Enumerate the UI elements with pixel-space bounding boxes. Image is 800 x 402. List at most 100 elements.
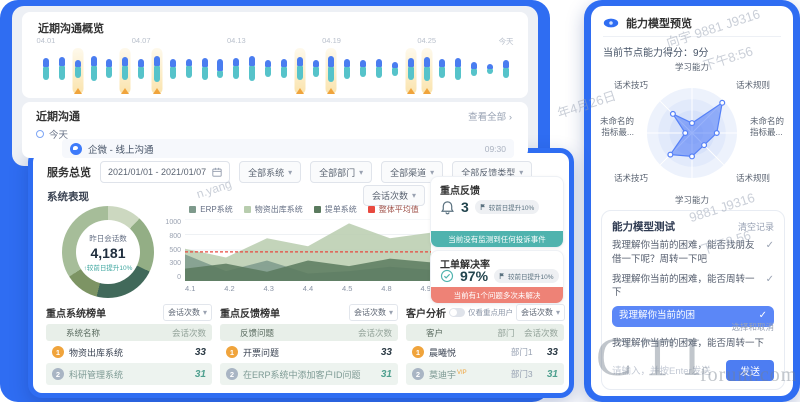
chat-input[interactable]: 请输入，并按Enter发送 [612, 363, 726, 377]
session-row[interactable]: 企微 - 线上沟通 09:30 [62, 139, 514, 158]
table-sort-dropdown[interactable]: 会话次数▾ [163, 304, 212, 321]
timeline-day[interactable] [117, 48, 133, 94]
timeline-day[interactable] [70, 48, 86, 94]
capsule-blue-segment [186, 59, 192, 66]
send-button[interactable]: 发送 [726, 360, 774, 381]
timeline-day[interactable] [450, 48, 466, 94]
timeline-day[interactable] [434, 48, 450, 94]
table-row[interactable]: 1开票问题33 [220, 341, 398, 363]
timeline-capsule [233, 58, 239, 79]
timeline-day[interactable] [482, 48, 498, 94]
delta-badge-label: 较前日提升10% [489, 202, 535, 212]
rank-badge: 2 [52, 368, 64, 380]
capsule-blue-segment [408, 58, 414, 67]
timeline-day[interactable] [403, 48, 419, 94]
cell-name: 科研管理系统 [69, 368, 195, 381]
y-tick-label: 500 [169, 247, 181, 254]
chevron-down-icon: ▾ [556, 308, 560, 317]
capsule-blue-segment [439, 59, 445, 67]
timeline-capsule [424, 57, 430, 81]
chevron-down-icon: ▾ [412, 191, 416, 200]
vip-tag: VIP [457, 370, 467, 376]
timeline-day[interactable] [149, 48, 165, 94]
capsule-teal-segment [471, 69, 477, 76]
timeline-day[interactable] [165, 48, 181, 94]
timeline-day[interactable] [244, 48, 260, 94]
timeline-capsule [313, 60, 319, 77]
customer-analysis-table: 客户分析仅看重点用户会话次数▾客户部门会话次数1晨曦悦部门1332莫迪宇VIP部… [406, 302, 564, 390]
area-chart [185, 219, 431, 281]
select-cancel-hint: 选择和取消 [731, 321, 774, 333]
timeline-capsule [122, 57, 128, 80]
timeline-day[interactable] [38, 48, 54, 94]
timeline-day[interactable] [212, 48, 228, 94]
table-sort-dropdown[interactable]: 会话次数▾ [516, 304, 565, 321]
timeline-day[interactable] [86, 48, 102, 94]
capsule-blue-segment [43, 58, 49, 67]
rank-badge: 1 [412, 346, 424, 358]
column-header: 系统名称 [52, 327, 172, 339]
cell-department: 部门1 [511, 346, 547, 358]
timeline-day[interactable] [323, 48, 339, 94]
capsule-blue-segment [471, 62, 477, 69]
clear-records-link[interactable]: 清空记录 [738, 220, 774, 233]
table-sort-label: 会话次数 [354, 307, 386, 318]
timeline-day[interactable] [197, 48, 213, 94]
key-user-toggle[interactable] [449, 308, 465, 317]
toggle-label: 仅看重点用户 [468, 307, 513, 318]
x-tick-label: 4.4 [303, 284, 313, 293]
capsule-teal-segment [202, 67, 208, 80]
chat-message[interactable]: 我理解你当前的困难，能否找朋友借一下呢？周转一下吧✓ [612, 239, 774, 267]
timeline-capsule [297, 57, 303, 80]
department-filter-dropdown[interactable]: 全部部门▾ [310, 161, 372, 183]
table-sort-dropdown[interactable]: 会话次数▾ [349, 304, 398, 321]
capsule-blue-segment [154, 56, 160, 66]
table-row[interactable]: 1晨曦悦部门133 [406, 341, 564, 363]
table-row[interactable]: 2在ERP系统中添加客户ID问题31 [220, 363, 398, 385]
timeline-day[interactable] [308, 48, 324, 94]
donut-center-value: 4,181 [90, 245, 125, 261]
radar-axis-label: 学习能力 [592, 62, 792, 73]
capsule-blue-segment [170, 59, 176, 67]
view-all-link[interactable]: 查看全部 › [468, 109, 512, 123]
timeline-date-label: 今天 [499, 36, 514, 47]
test-card-title: 能力模型测试 [612, 219, 675, 234]
timeline-day[interactable] [54, 48, 70, 94]
chat-message[interactable]: 我理解你当前的困难，能否周转一下✓ [612, 273, 774, 301]
overview-card-title: 近期沟通概览 [38, 20, 104, 36]
timeline-day[interactable] [419, 48, 435, 94]
timeline-day[interactable] [355, 48, 371, 94]
timeline-day[interactable] [498, 48, 514, 94]
timeline-day[interactable] [133, 48, 149, 94]
divider [603, 36, 781, 37]
system-filter-dropdown[interactable]: 全部系统▾ [239, 161, 301, 183]
capsule-teal-segment [91, 66, 97, 81]
capsule-teal-segment [487, 69, 493, 74]
donut-center: 昨日会话数 4,181 ↑较前日提升10% [76, 220, 140, 284]
timeline-day[interactable] [339, 48, 355, 94]
table-row[interactable]: 1物资出库系统33 [46, 341, 212, 363]
table-row[interactable]: 2莫迪宇VIP部门331 [406, 363, 564, 385]
timeline-chart [38, 48, 514, 94]
timeline-day[interactable] [292, 48, 308, 94]
timeline-day[interactable] [371, 48, 387, 94]
x-tick-label: 4.8 [381, 284, 391, 293]
date-range-picker[interactable]: 2021/01/01 - 2021/01/07 [100, 161, 230, 183]
timeline-day[interactable] [466, 48, 482, 94]
timeline-capsule [106, 59, 112, 78]
table-row[interactable]: 2科研管理系统31 [46, 363, 212, 385]
timeline-day[interactable] [276, 48, 292, 94]
timeline-day[interactable] [181, 48, 197, 94]
timeline-capsule [408, 58, 414, 80]
timeline-capsule [376, 59, 382, 78]
timeline-day[interactable] [387, 48, 403, 94]
timeline-day[interactable] [260, 48, 276, 94]
timeline-day[interactable] [101, 48, 117, 94]
column-header: 会话次数 [524, 327, 558, 339]
y-axis-ticks: 10008005003000 [161, 219, 181, 281]
timeline-date-label: 04.13 [227, 36, 246, 45]
capsule-teal-segment [233, 66, 239, 79]
alarm-bell-icon [440, 200, 455, 215]
timeline-day[interactable] [228, 48, 244, 94]
table-title-row: 重点反馈榜单会话次数▾ [220, 302, 398, 322]
